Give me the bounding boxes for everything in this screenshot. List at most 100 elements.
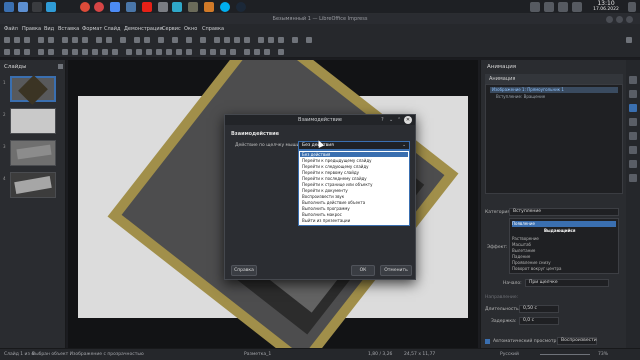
power-icon[interactable] [628, 2, 636, 12]
grid-icon[interactable] [134, 37, 140, 43]
cancel-button[interactable]: Отменить [380, 265, 412, 276]
arrange-icon[interactable] [220, 49, 226, 55]
effect-item[interactable]: Поворот вокруг центра [512, 266, 561, 271]
media-icon[interactable] [234, 37, 240, 43]
flowchart-icon[interactable] [156, 49, 162, 55]
table-icon[interactable] [214, 37, 220, 43]
menu-file[interactable]: Файл [4, 26, 18, 32]
action-select[interactable]: Без действия ⌄ [298, 141, 410, 150]
action-option[interactable]: Выйти из презентации [300, 218, 408, 223]
action-option[interactable]: Выполнить макрос [300, 212, 408, 217]
menu-slideshow[interactable]: Демонстрация [124, 26, 163, 32]
network-icon[interactable] [544, 2, 554, 12]
stars-icon[interactable] [176, 49, 182, 55]
rectangle-icon[interactable] [72, 49, 78, 55]
crop-icon[interactable] [254, 49, 260, 55]
menu-tools[interactable]: Сервис [162, 26, 181, 32]
line-icon[interactable] [62, 49, 68, 55]
close-window-button[interactable] [626, 16, 633, 23]
effect-item-selected[interactable]: Появление [512, 221, 616, 227]
files-icon[interactable] [18, 2, 28, 12]
animation-list-item[interactable]: Вступление: Вращение [490, 94, 545, 100]
align-icon[interactable] [210, 49, 216, 55]
arrow-icon[interactable] [92, 49, 98, 55]
display-views-icon[interactable] [158, 37, 164, 43]
effect-item[interactable]: Растворение [512, 236, 539, 241]
connector-icon[interactable] [112, 49, 118, 55]
menu-edit[interactable]: Правка [22, 26, 41, 32]
zoom-icon[interactable] [14, 49, 20, 55]
redo-icon[interactable] [106, 37, 112, 43]
navigator-icon[interactable] [629, 160, 637, 168]
spelling-icon[interactable] [120, 37, 126, 43]
sidebar-icon[interactable] [626, 37, 632, 43]
taskbar-clock[interactable]: 13:10 17.06.2022 [586, 1, 626, 13]
slide-thumbnail-4[interactable] [10, 172, 56, 198]
effect-item[interactable]: Падение [512, 254, 530, 259]
action-option[interactable]: Воспроизвести звук [300, 194, 408, 199]
fontwork-icon[interactable] [278, 37, 284, 43]
master-slide-icon[interactable] [172, 37, 178, 43]
menu-window[interactable]: Окно [184, 26, 197, 32]
basic-shapes-icon[interactable] [126, 49, 132, 55]
action-option[interactable]: Перейти к документу [300, 188, 408, 193]
menu-help[interactable]: Справка [202, 26, 224, 32]
distribute-icon[interactable] [230, 49, 236, 55]
text-icon[interactable] [24, 49, 30, 55]
new-slide-icon[interactable] [186, 37, 192, 43]
chrome-icon[interactable] [80, 2, 90, 12]
rotate-icon[interactable] [200, 49, 206, 55]
zoom-slider[interactable] [540, 354, 590, 355]
battery-icon[interactable] [572, 2, 582, 12]
start-select[interactable]: При щелчке [525, 279, 609, 287]
slide-thumbnail-3[interactable] [10, 140, 56, 166]
minimize-button[interactable] [606, 16, 613, 23]
play-button[interactable]: Воспроизвести [557, 337, 597, 345]
action-option[interactable]: Перейти к предыдущему слайду [300, 158, 408, 163]
action-option[interactable]: Перейти к первому слайду [300, 170, 408, 175]
curve-icon[interactable] [102, 49, 108, 55]
export-pdf-icon[interactable] [38, 37, 44, 43]
impress-icon[interactable] [204, 2, 214, 12]
autopreview-checkbox[interactable] [485, 339, 490, 344]
block-arrows-icon[interactable] [146, 49, 152, 55]
menu-slide[interactable]: Слайд [104, 26, 120, 32]
mail-icon[interactable] [110, 2, 120, 12]
menu-view[interactable]: Вид [44, 26, 54, 32]
tray-icon[interactable] [530, 2, 540, 12]
shadow-icon[interactable] [244, 49, 250, 55]
ellipse-icon[interactable] [82, 49, 88, 55]
hyperlink-icon[interactable] [292, 37, 298, 43]
effect-item[interactable]: Проявление снизу [512, 260, 551, 265]
duration-field[interactable]: 0,50 с [519, 305, 559, 313]
slide-transition-icon[interactable] [629, 90, 637, 98]
print-icon[interactable] [48, 37, 54, 43]
cut-icon[interactable] [62, 37, 68, 43]
music-icon[interactable] [172, 2, 182, 12]
youtube-icon[interactable] [142, 2, 152, 12]
slides-panel-close-icon[interactable] [58, 64, 63, 69]
fill-color-icon[interactable] [38, 49, 44, 55]
shapes-icon[interactable] [629, 174, 637, 182]
vk-icon[interactable] [126, 2, 136, 12]
new-icon[interactable] [4, 37, 10, 43]
select-icon[interactable] [4, 49, 10, 55]
menu-format[interactable]: Формат [82, 26, 102, 32]
line-color-icon[interactable] [48, 49, 54, 55]
close-icon[interactable]: ✕ [404, 116, 412, 124]
textbox-icon[interactable] [258, 37, 264, 43]
maximize-button[interactable] [616, 16, 623, 23]
chevron-up-icon[interactable]: ⌃ [397, 117, 401, 123]
action-option[interactable]: Перейти к следующему слайду [300, 164, 408, 169]
yandex-icon[interactable] [94, 2, 104, 12]
properties-icon[interactable] [629, 76, 637, 84]
chevron-down-icon[interactable]: ⌄ [389, 117, 393, 123]
category-select[interactable]: Вступление [509, 208, 619, 216]
slide-thumbnail-2[interactable] [10, 108, 56, 134]
master-slides-icon[interactable] [629, 118, 637, 126]
slide-thumbnail-1[interactable] [10, 75, 56, 105]
helplines-icon[interactable] [144, 37, 150, 43]
special-char-icon[interactable] [268, 37, 274, 43]
animation-icon[interactable] [629, 104, 637, 112]
action-option[interactable]: Выполнить программу [300, 206, 408, 211]
